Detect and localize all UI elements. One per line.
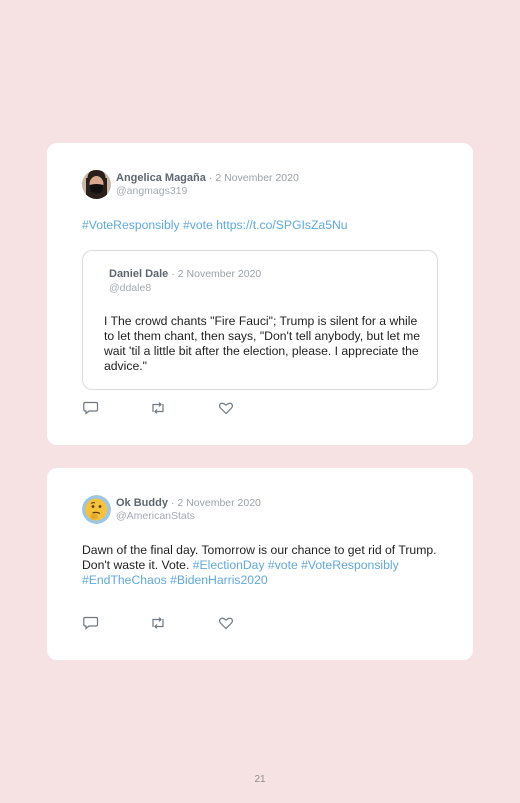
- tweet-card: Ok Buddy · 2 November 2020 @AmericanStat…: [47, 468, 473, 660]
- quoted-tweet[interactable]: Daniel Dale · 2 November 2020 @ddale8 I …: [82, 250, 438, 390]
- quoted-author-name: Daniel Dale: [109, 268, 169, 280]
- tweet-date: · 2 November 2020: [171, 497, 261, 509]
- quoted-tweet-date: · 2 November 2020: [171, 268, 262, 280]
- retweet-icon[interactable]: [150, 616, 166, 630]
- quoted-author-handle: @ddale8: [109, 282, 152, 294]
- tweet-text[interactable]: Dawn of the final day. Tomorrow is our c…: [82, 543, 438, 588]
- author-handle[interactable]: @angmags319: [116, 185, 187, 197]
- tweet-text[interactable]: #VoteResponsibly #vote https://t.co/SPGI…: [82, 218, 348, 233]
- reply-icon[interactable]: [83, 401, 99, 415]
- retweet-icon[interactable]: [150, 401, 166, 415]
- reply-icon[interactable]: [83, 616, 99, 630]
- tweet-date: · 2 November 2020: [208, 172, 299, 184]
- author-handle[interactable]: @AmericanStats: [116, 510, 195, 522]
- author-name[interactable]: Angelica Magaña: [116, 172, 206, 184]
- like-icon[interactable]: [218, 401, 234, 415]
- like-icon[interactable]: [218, 616, 234, 630]
- author-name[interactable]: Ok Buddy: [116, 497, 168, 509]
- quoted-tweet-text: I The crowd chants "Fire Fauci"; Trump i…: [104, 314, 421, 373]
- avatar[interactable]: [82, 495, 111, 524]
- tweet-card: Angelica Magaña · 2 November 2020 @angma…: [47, 143, 473, 445]
- page-number: 21: [254, 774, 266, 785]
- avatar[interactable]: [82, 170, 111, 199]
